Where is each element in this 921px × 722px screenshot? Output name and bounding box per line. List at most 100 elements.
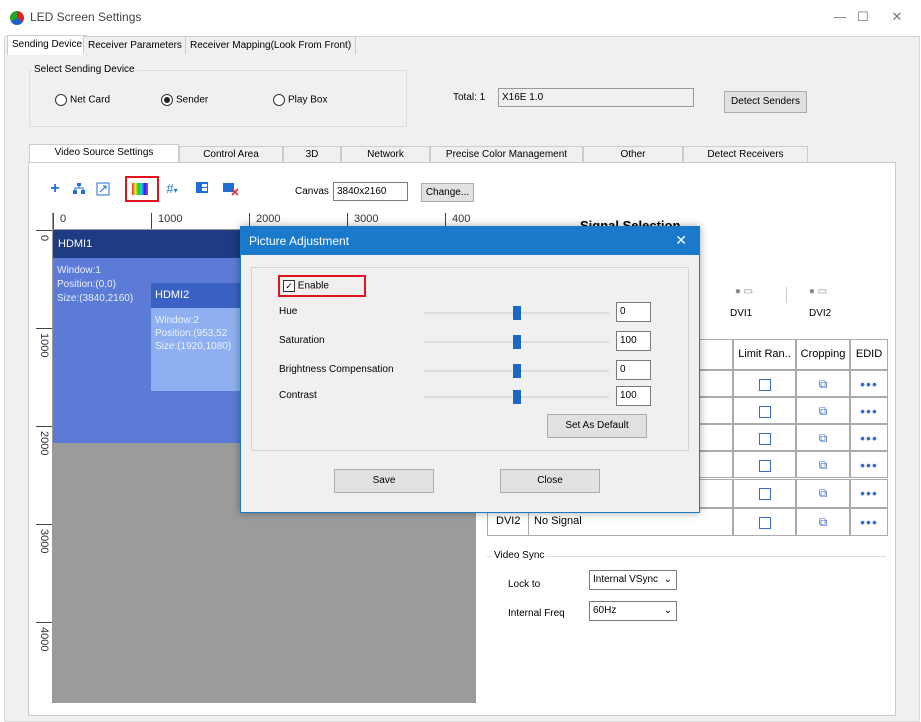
add-icon[interactable]: +	[48, 181, 62, 197]
edid-cell[interactable]: •••	[850, 397, 888, 424]
window-delete-icon[interactable]	[222, 182, 240, 196]
app-logo-icon	[10, 11, 24, 25]
tab-receiver-mapping[interactable]: Receiver Mapping(Look From Front)	[185, 36, 357, 54]
tab-precise-color[interactable]: Precise Color Management	[430, 146, 583, 162]
slider-value-field[interactable]: 100	[616, 331, 651, 351]
cropping-cell[interactable]: ⧉	[796, 370, 850, 397]
close-window-button[interactable]: ✕	[887, 8, 907, 26]
more-icon[interactable]: •••	[860, 376, 878, 392]
slider-value-field[interactable]: 0	[616, 360, 651, 380]
edid-cell[interactable]: •••	[850, 479, 888, 508]
ruler-tick	[151, 213, 152, 229]
edid-cell[interactable]: •••	[850, 451, 888, 478]
cropping-cell[interactable]: ⧉	[796, 479, 850, 508]
maximize-button[interactable]: ☐	[853, 8, 873, 26]
tab-sending-device[interactable]: Sending Device	[7, 35, 88, 55]
edid-header: EDID	[850, 339, 888, 370]
more-icon[interactable]: •••	[860, 514, 878, 530]
cropping-cell[interactable]: ⧉	[796, 397, 850, 424]
dvi1-icon[interactable]: ● ▭	[722, 286, 766, 297]
lock-to-select[interactable]: Internal VSync ⌄	[589, 570, 677, 590]
save-button[interactable]: Save	[334, 469, 434, 493]
limit-range-checkbox[interactable]	[758, 433, 771, 445]
radio-net-card[interactable]: Net Card	[55, 94, 110, 107]
internal-freq-select[interactable]: 60Hz ⌄	[589, 601, 677, 621]
ruler-label: 1000	[38, 333, 50, 358]
limit-range-cell[interactable]	[733, 508, 796, 536]
fit-icon[interactable]	[96, 182, 110, 196]
sender-list-field[interactable]: X16E 1.0	[498, 88, 694, 107]
grid-icon[interactable]: #▾	[163, 182, 181, 196]
slider-label: Contrast	[279, 390, 317, 401]
tab-3d[interactable]: 3D	[283, 146, 341, 162]
radio-play-box[interactable]: Play Box	[273, 94, 327, 107]
more-icon[interactable]: •••	[860, 403, 878, 419]
ruler-tick	[36, 622, 52, 623]
radio-dot	[55, 94, 67, 106]
tab-receiver-parameters[interactable]: Receiver Parameters	[83, 36, 187, 54]
ruler-label: 4000	[38, 627, 50, 652]
limit-range-cell[interactable]	[733, 370, 796, 397]
dvi2-icon[interactable]: ● ▭	[796, 286, 840, 297]
crop-icon[interactable]: ⧉	[819, 515, 828, 529]
tab-control-area[interactable]: Control Area	[179, 146, 283, 162]
edid-cell[interactable]: •••	[850, 370, 888, 397]
total-label: Total: 1	[453, 92, 486, 103]
canvas-size-field[interactable]: 3840x2160	[333, 182, 408, 201]
cropping-cell[interactable]: ⧉	[796, 451, 850, 478]
window-title: LED Screen Settings	[30, 10, 142, 24]
close-button[interactable]: Close	[500, 469, 600, 493]
more-icon[interactable]: •••	[860, 485, 878, 501]
slider-value-field[interactable]: 0	[616, 302, 651, 322]
tab-video-source-settings[interactable]: Video Source Settings	[29, 144, 179, 162]
limit-range-checkbox[interactable]	[758, 488, 771, 500]
slider-value-field[interactable]: 100	[616, 386, 651, 406]
detect-senders-button[interactable]: Detect Senders	[724, 91, 807, 113]
layer-hdmi2[interactable]: HDMI2 Window:2 Position:(953,52 Size:(19…	[151, 283, 251, 391]
minimize-button[interactable]: —	[830, 8, 850, 26]
crop-icon[interactable]: ⧉	[819, 377, 828, 392]
limit-range-checkbox[interactable]	[758, 406, 771, 418]
crop-icon[interactable]: ⧉	[819, 458, 828, 473]
crop-icon[interactable]: ⧉	[819, 404, 828, 419]
slider-thumb[interactable]	[512, 390, 521, 404]
tab-network[interactable]: Network	[341, 146, 430, 162]
close-icon[interactable]: ✕	[675, 232, 687, 249]
limit-range-checkbox[interactable]	[758, 379, 771, 391]
input-divider	[786, 287, 787, 303]
limit-range-checkbox[interactable]	[758, 517, 771, 529]
edid-cell[interactable]: •••	[850, 508, 888, 536]
change-canvas-button[interactable]: Change...	[421, 183, 474, 202]
layout-icon[interactable]	[193, 182, 211, 196]
tab-other[interactable]: Other	[583, 146, 683, 162]
limit-range-checkbox[interactable]	[758, 460, 771, 472]
layer-title: HDMI2	[151, 283, 251, 308]
cropping-cell[interactable]: ⧉	[796, 424, 850, 451]
slider-thumb[interactable]	[512, 335, 521, 349]
title-bar: LED Screen Settings — ☐ ✕	[0, 0, 921, 34]
slider-thumb[interactable]	[512, 364, 521, 378]
tab-detect-receivers[interactable]: Detect Receivers	[683, 146, 808, 162]
tree-icon[interactable]	[72, 182, 86, 196]
layer-position-text: Position:(953,52	[155, 328, 228, 339]
set-as-default-button[interactable]: Set As Default	[547, 414, 647, 438]
ruler-label: 1000	[158, 213, 183, 225]
limit-range-cell[interactable]	[733, 397, 796, 424]
more-icon[interactable]: •••	[860, 430, 878, 446]
radio-sender[interactable]: Sender	[161, 94, 208, 107]
crop-icon[interactable]: ⧉	[819, 431, 828, 446]
limit-range-cell[interactable]	[733, 424, 796, 451]
crop-icon[interactable]: ⧉	[819, 486, 828, 501]
ruler-tick	[36, 328, 52, 329]
slider-label: Hue	[279, 306, 298, 317]
limit-range-cell[interactable]	[733, 479, 796, 508]
limit-range-cell[interactable]	[733, 451, 796, 478]
edid-cell[interactable]: •••	[850, 424, 888, 451]
slider-thumb[interactable]	[512, 306, 521, 320]
enable-checkbox[interactable]: ✓ Enable	[283, 280, 329, 292]
slider-label: Brightness Compensation	[279, 364, 394, 375]
more-icon[interactable]: •••	[860, 457, 878, 473]
cropping-header: Cropping	[796, 339, 850, 370]
vertical-ruler: 0 1000 2000 3000 4000	[36, 213, 53, 703]
cropping-cell[interactable]: ⧉	[796, 508, 850, 536]
